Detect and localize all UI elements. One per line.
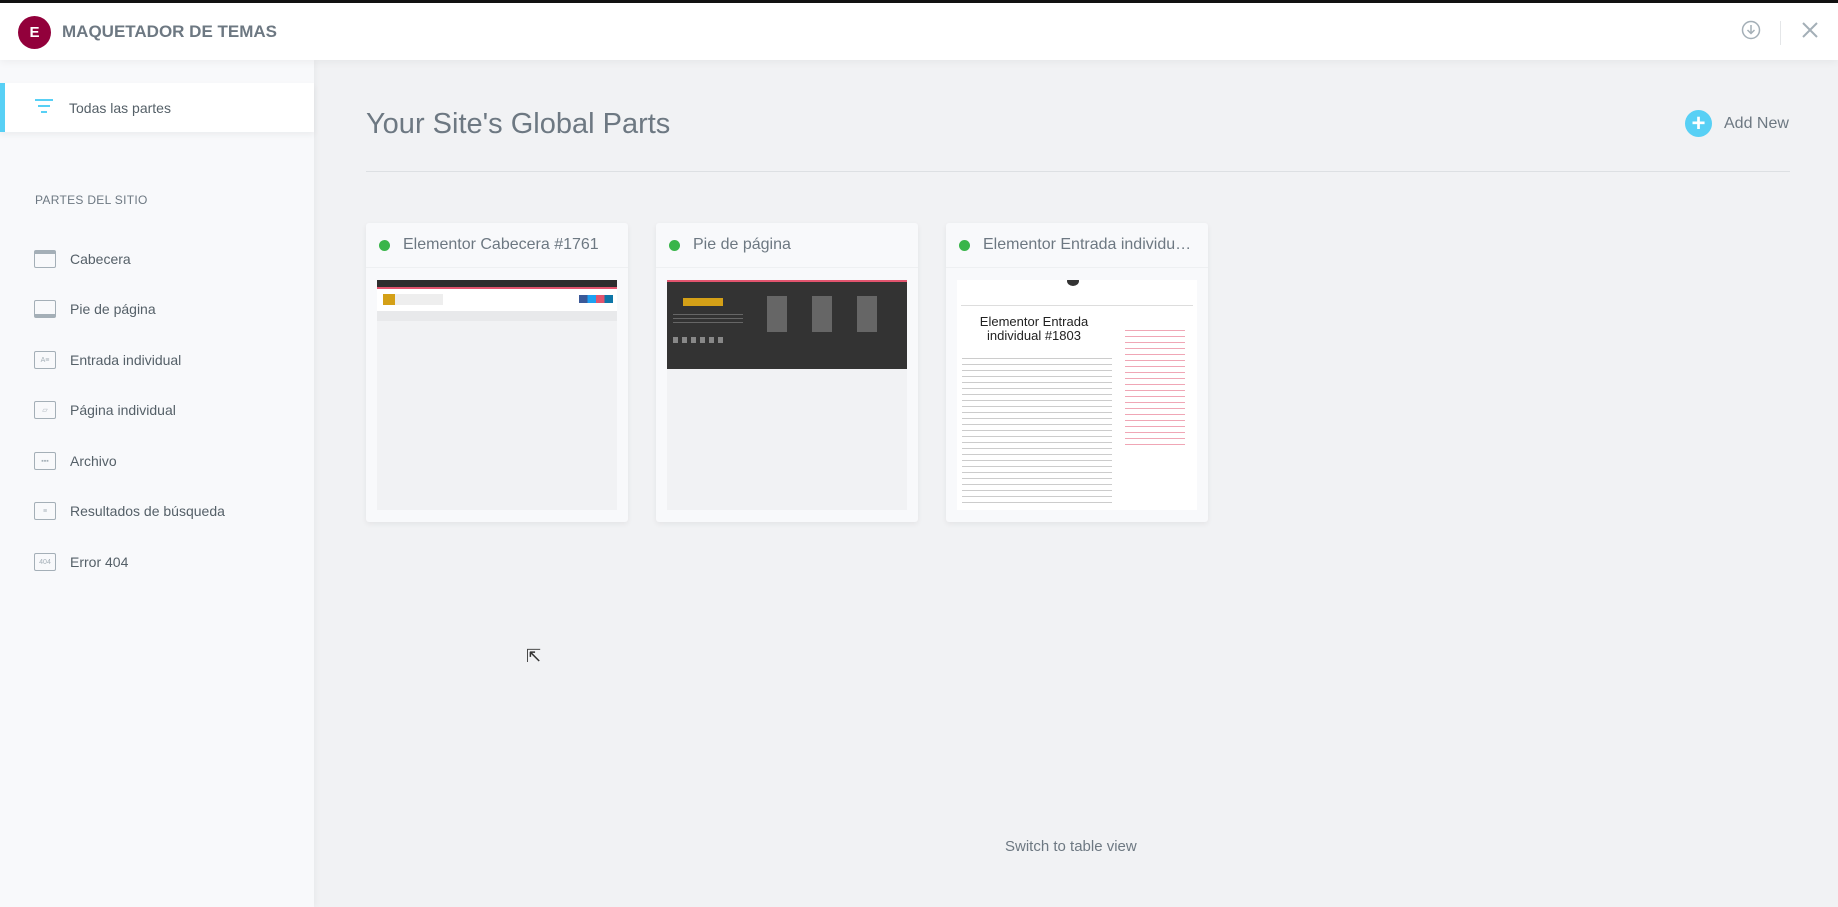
sidebar-item-footer[interactable]: Pie de página <box>34 297 156 321</box>
search-results-icon: ≡ <box>34 502 56 520</box>
status-dot <box>379 239 390 251</box>
template-card[interactable]: Elementor Entrada individual #1803 Eleme… <box>946 223 1208 522</box>
download-circle-icon[interactable] <box>1741 20 1761 45</box>
sidebar-item-label: Cabecera <box>70 251 131 267</box>
sidebar-item-label: Error 404 <box>70 554 129 570</box>
card-title: Elementor Entrada individual #1803 <box>983 236 1198 253</box>
toolbar-divider <box>1780 21 1781 45</box>
sidebar-item-label: Pie de página <box>70 301 156 317</box>
card-preview[interactable]: Elementor Entrada individual #1803 <box>957 280 1197 510</box>
error-404-icon: 404 <box>34 553 56 571</box>
template-card[interactable]: Pie de página <box>656 223 918 522</box>
sidebar-item-error-404[interactable]: 404 Error 404 <box>34 550 128 574</box>
close-icon[interactable] <box>1800 20 1820 45</box>
mouse-cursor-icon: ⇱ <box>526 646 542 666</box>
page-title: Your Site's Global Parts <box>366 108 671 140</box>
card-title: Elementor Cabecera #1761 <box>403 236 599 253</box>
card-title: Pie de página <box>693 236 791 253</box>
add-new-label: Add New <box>1724 114 1789 132</box>
preview-heading: Elementor Entrada individual #1803 <box>979 314 1089 343</box>
section-label: PARTES DEL SITIO <box>35 193 148 207</box>
switch-to-table-view-link[interactable]: Switch to table view <box>1005 838 1137 855</box>
app-title: MAQUETADOR DE TEMAS <box>62 22 278 41</box>
sidebar-item-search-results[interactable]: ≡ Resultados de búsqueda <box>34 499 225 523</box>
top-bar: E MAQUETADOR DE TEMAS <box>0 0 1838 60</box>
sidebar-item-label: Página individual <box>70 402 176 418</box>
sidebar-item-single-post[interactable]: A≡ Entrada individual <box>34 348 181 372</box>
footer-icon <box>34 300 56 318</box>
sidebar-item-label: Entrada individual <box>70 352 182 368</box>
archive-icon: ▪▪▪ <box>34 452 56 470</box>
sidebar-item-label: Todas las partes <box>69 99 171 116</box>
sidebar-item-label: Resultados de búsqueda <box>70 503 225 519</box>
sidebar-item-single-page[interactable]: ▱ Página individual <box>34 398 176 422</box>
template-card[interactable]: Elementor Cabecera #1761 <box>366 223 628 522</box>
sidebar-item-label: Archivo <box>70 453 117 469</box>
sidebar-item-header[interactable]: Cabecera <box>34 247 131 271</box>
header-icon <box>34 250 56 268</box>
card-preview[interactable] <box>667 280 907 510</box>
sidebar-item-all-parts[interactable]: Todas las partes <box>0 83 314 132</box>
card-preview[interactable] <box>377 280 617 510</box>
filter-icon <box>35 97 55 118</box>
status-dot <box>959 239 970 251</box>
sidebar-item-archive[interactable]: ▪▪▪ Archivo <box>34 449 117 473</box>
divider <box>366 171 1790 172</box>
add-new-button[interactable]: + Add New <box>1685 110 1789 137</box>
single-page-icon: ▱ <box>34 401 56 419</box>
single-post-icon: A≡ <box>34 351 56 369</box>
elementor-logo: E <box>18 16 51 49</box>
sidebar: Todas las partes PARTES DEL SITIO Cabece… <box>0 60 314 907</box>
plus-icon: + <box>1685 110 1712 137</box>
status-dot <box>669 239 680 251</box>
